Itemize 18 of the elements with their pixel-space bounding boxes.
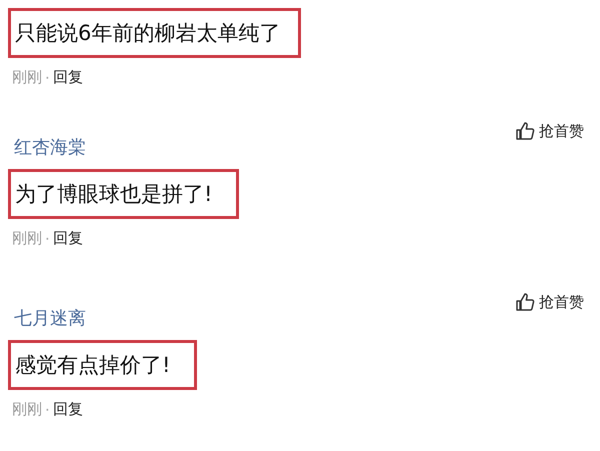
comment-text: 为了博眼球也是拼了! — [8, 169, 240, 219]
reply-link[interactable]: 回复 — [52, 400, 83, 419]
separator-dot: · — [45, 230, 50, 248]
thumbs-up-icon — [515, 292, 535, 312]
timestamp: 刚刚 — [12, 68, 42, 87]
like-button[interactable]: 抢首赞 — [515, 121, 584, 141]
comment-text: 感觉有点掉价了! — [8, 340, 198, 390]
reply-link[interactable]: 回复 — [52, 68, 83, 87]
thumbs-up-icon — [515, 121, 535, 141]
like-button[interactable]: 抢首赞 — [515, 292, 584, 312]
username[interactable]: 七月迷离 — [14, 306, 86, 330]
comment-text: 只能说6年前的柳岩太单纯了 — [8, 8, 302, 58]
timestamp: 刚刚 — [12, 229, 42, 248]
separator-dot: · — [45, 400, 50, 418]
reply-link[interactable]: 回复 — [52, 229, 83, 248]
username[interactable]: 红杏海棠 — [14, 135, 86, 159]
separator-dot: · — [45, 68, 50, 86]
timestamp: 刚刚 — [12, 400, 42, 419]
